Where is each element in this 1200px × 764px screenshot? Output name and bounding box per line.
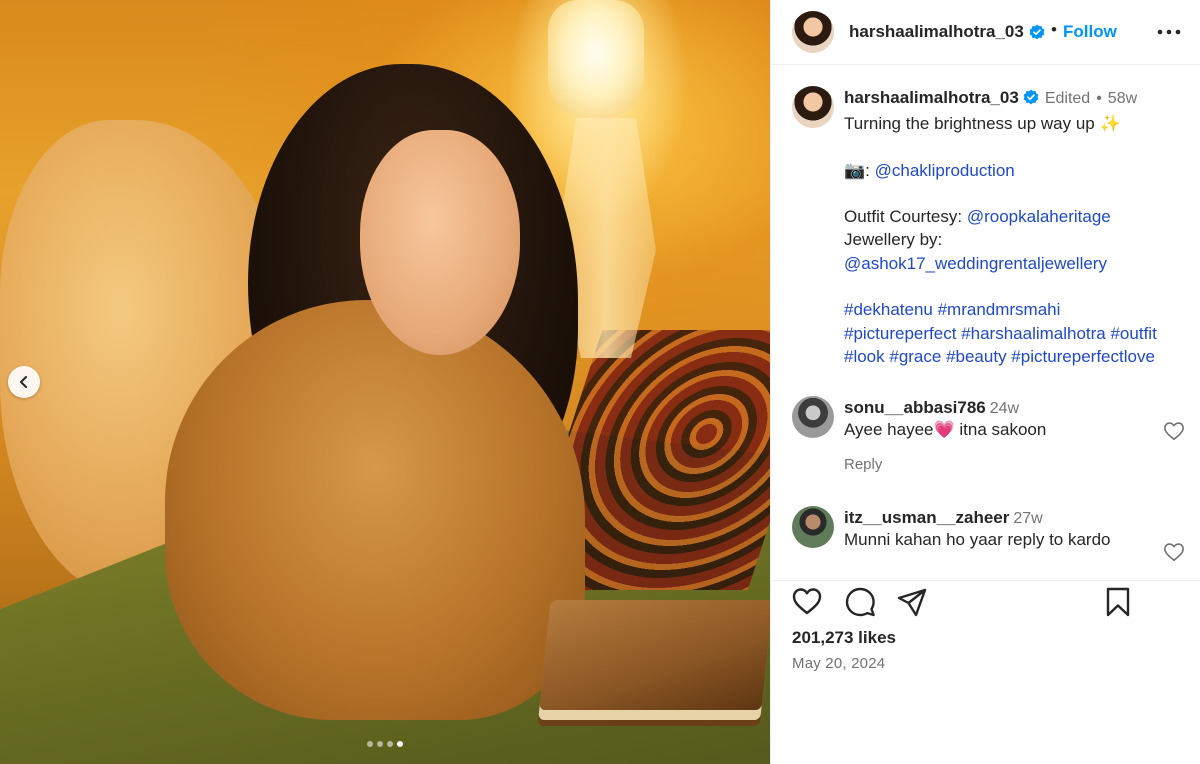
caption-edited: Edited <box>1044 90 1091 107</box>
comments-scroll-area[interactable]: harshaalimalhotra_03 Edited • 58w Turning t… <box>771 66 1200 580</box>
caption-header: harshaalimalhotra_03 Edited • 58w <box>844 88 1137 108</box>
verified-badge-icon <box>1029 24 1045 40</box>
caption-dot: • <box>1096 90 1102 107</box>
outfit-label: Outfit Courtesy: <box>844 207 967 227</box>
caption-avatar[interactable] <box>792 86 834 128</box>
more-horizontal-icon[interactable] <box>1156 22 1182 42</box>
carousel-dot <box>377 741 383 747</box>
commenter-username[interactable]: sonu__abbasi786 24w <box>844 398 1019 418</box>
send-icon[interactable] <box>895 585 929 619</box>
comment-text: Ayee hayee💗 itna sakoon <box>844 420 1047 439</box>
carousel-dot-active <box>397 741 403 747</box>
caption-age[interactable]: 58w <box>1108 90 1137 107</box>
hashtag-line[interactable]: #look #grace #beauty #pictureperfectlove <box>844 345 1194 368</box>
chevron-left-icon <box>20 376 27 388</box>
carousel-dot <box>367 741 373 747</box>
caption-camera-line: 📷: @chakliproduction <box>844 159 1194 182</box>
post-date[interactable]: May 20, 2024 <box>792 655 885 672</box>
caption-outfit-line: Outfit Courtesy: @roopkalaheritage <box>844 205 1194 228</box>
commenter-name[interactable]: sonu__abbasi786 <box>844 398 986 417</box>
comment-age[interactable]: 24w <box>990 400 1019 417</box>
header-separator: • <box>1051 20 1057 39</box>
mention-link[interactable]: @ashok17_weddingrentaljewellery <box>844 252 1194 275</box>
owner-username[interactable]: harshaalimalhotra_03 <box>849 22 1024 42</box>
follow-button[interactable]: Follow <box>1063 22 1117 42</box>
commenter-avatar[interactable] <box>792 396 834 438</box>
photo-lamp-glass <box>548 0 644 118</box>
post-actions <box>771 580 1200 630</box>
commenter-username[interactable]: itz__usman__zaheer 27w <box>844 508 1043 528</box>
mention-link[interactable]: @roopkalaheritage <box>967 207 1111 226</box>
reply-button[interactable]: Reply <box>844 456 882 473</box>
comment-age[interactable]: 27w <box>1013 510 1042 527</box>
owner-avatar[interactable] <box>792 11 834 53</box>
jewellery-label: Jewellery by: <box>844 230 943 250</box>
caption-body: Turning the brightness up way up ✨ 📷: @c… <box>844 112 1194 368</box>
hashtag-line[interactable]: #dekhatenu #mrandmrsmahi <box>844 298 1194 321</box>
caption-title: Turning the brightness up way up ✨ <box>844 114 1121 133</box>
heart-icon[interactable] <box>1163 542 1185 562</box>
commenter-name[interactable]: itz__usman__zaheer <box>844 508 1009 527</box>
mention-link[interactable]: @chakliproduction <box>875 161 1015 180</box>
post-header: harshaalimalhotra_03 • Follow <box>771 0 1200 65</box>
heart-icon[interactable] <box>1163 421 1185 441</box>
camera-icon: 📷: <box>844 160 875 180</box>
hashtag-line[interactable]: #pictureperfect #harshaalimalhotra #outf… <box>844 322 1194 345</box>
bookmark-icon[interactable] <box>1101 585 1135 619</box>
carousel-dot <box>387 741 393 747</box>
commenter-avatar[interactable] <box>792 506 834 548</box>
verified-badge-icon <box>1023 89 1039 105</box>
carousel-prev-button[interactable] <box>8 366 40 398</box>
likes-count[interactable]: 201,273 likes <box>792 628 896 648</box>
carousel-indicator <box>0 741 770 747</box>
photo-book <box>539 600 770 710</box>
comment-icon[interactable] <box>843 585 877 619</box>
post-side-panel: harshaalimalhotra_03 • Follow harshaalim… <box>770 0 1200 764</box>
photo-face <box>360 130 520 355</box>
post-media[interactable] <box>0 0 770 764</box>
heart-icon[interactable] <box>790 585 824 619</box>
caption-username[interactable]: harshaalimalhotra_03 <box>844 88 1019 107</box>
comment-text: Munni kahan ho yaar reply to kardo <box>844 530 1111 549</box>
